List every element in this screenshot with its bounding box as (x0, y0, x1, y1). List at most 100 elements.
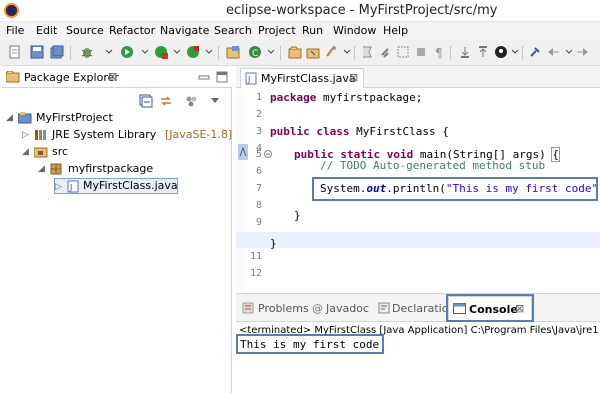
search-icon[interactable] (324, 45, 338, 59)
toolbar-separator (218, 46, 219, 60)
chevron-down-icon[interactable] (508, 45, 522, 59)
chevron-down-icon[interactable] (138, 45, 152, 59)
menu-help[interactable]: Help (383, 24, 408, 37)
code-line-10[interactable]: } (294, 208, 301, 224)
chevron-down-icon[interactable] (170, 45, 184, 59)
forward-icon[interactable] (576, 45, 590, 59)
menu-window[interactable]: Window (333, 24, 376, 37)
tree-item-file-selected[interactable]: ▷ J MyFirstClass.java (54, 178, 178, 194)
package-name: myfirstpackage (68, 162, 154, 175)
block-selection-icon[interactable] (396, 45, 410, 59)
fold-collapse-icon[interactable] (264, 150, 272, 158)
menu-source[interactable]: Source (66, 24, 104, 37)
java-file-icon: J (67, 180, 79, 193)
editor-tab[interactable]: J MyFirstClass.java ⊠ (240, 68, 364, 88)
package-explorer-panel: Package Explorer ⊠ ◢ MyFirstProject ▷ JR… (2, 66, 232, 393)
menu-bar: File Edit Source Refactor Navigate Searc… (0, 22, 600, 40)
project-folder-icon (18, 112, 32, 124)
chevron-down-icon[interactable] (102, 45, 116, 59)
close-icon[interactable]: ⊠ (108, 70, 117, 83)
save-all-icon[interactable] (50, 45, 64, 59)
line-number: 3 (255, 126, 262, 137)
open-type-icon[interactable] (288, 45, 302, 59)
user-icon[interactable] (494, 45, 508, 59)
menu-file[interactable]: File (6, 24, 24, 37)
debug-icon[interactable] (80, 45, 94, 59)
collapse-all-icon[interactable] (139, 94, 153, 108)
bottom-panel: Problems @ Javadoc Declaration Console ⊠… (236, 293, 600, 393)
new-file-icon[interactable] (8, 45, 22, 59)
package-explorer-tabbar: Package Explorer ⊠ (2, 66, 232, 88)
next-annotation-icon[interactable] (458, 45, 472, 59)
line-number: 6 (255, 166, 262, 177)
new-java-project-icon[interactable] (226, 45, 240, 59)
pin-icon[interactable] (528, 45, 542, 59)
code-line-1[interactable]: package myfirstpackage; (270, 90, 422, 106)
open-task-icon[interactable] (306, 45, 320, 59)
line-number: 5 (255, 149, 262, 160)
back-icon[interactable] (546, 45, 560, 59)
line-number: 9 (255, 217, 262, 228)
chevron-down-icon[interactable] (202, 45, 216, 59)
view-menu-chevron-icon[interactable] (209, 96, 221, 106)
menu-navigate[interactable]: Navigate (160, 24, 209, 37)
toolbar-separator (70, 46, 71, 60)
menu-project[interactable]: Project (258, 24, 296, 37)
focus-icon[interactable] (185, 94, 199, 108)
previous-annotation-icon[interactable] (476, 45, 490, 59)
line-number: 7 (255, 183, 262, 194)
code-line-12[interactable]: } (270, 236, 277, 252)
source-folder-icon (34, 147, 48, 158)
expand-arrow-icon[interactable]: ◢ (6, 110, 13, 126)
svg-text:J: J (247, 75, 250, 84)
chevron-down-icon[interactable] (340, 45, 354, 59)
svg-text:¶: ¶ (435, 46, 443, 59)
menu-refactor[interactable]: Refactor (109, 24, 155, 37)
editor-panel: J MyFirstClass.java ⊠ 1 2 3 4 5 6 7 8 9 … (236, 66, 600, 291)
tab-javadoc[interactable]: Javadoc (326, 302, 369, 315)
bottom-tabbar: Problems @ Javadoc Declaration Console ⊠ (236, 294, 600, 322)
menu-run[interactable]: Run (302, 24, 323, 37)
code-line-6-comment[interactable]: // TODO Auto-generated method stub (320, 158, 545, 174)
block-icon[interactable] (414, 45, 428, 59)
new-class-icon[interactable]: C (248, 45, 262, 59)
editor-tabbar: J MyFirstClass.java ⊠ (236, 66, 600, 88)
toolbar-separator (450, 46, 451, 60)
jre-label: JRE System Library (52, 128, 157, 141)
package-explorer-tab-label[interactable]: Package Explorer (24, 71, 119, 84)
run-icon[interactable] (120, 45, 134, 59)
coverage-icon[interactable] (154, 45, 168, 59)
editor-tab-label: MyFirstClass.java (261, 72, 356, 85)
marker-ruler (236, 90, 244, 290)
package-icon (50, 163, 62, 175)
declaration-icon (378, 302, 390, 314)
eclipse-logo-icon (4, 3, 19, 18)
collapsed-arrow-icon[interactable]: ▷ (22, 127, 29, 143)
chevron-down-icon[interactable] (264, 45, 278, 59)
menu-edit[interactable]: Edit (36, 24, 57, 37)
save-icon[interactable] (30, 45, 44, 59)
chevron-down-icon[interactable] (562, 45, 576, 59)
occurrences-icon[interactable] (378, 45, 392, 59)
menu-search[interactable]: Search (214, 24, 252, 37)
line-number: 11 (249, 251, 262, 262)
tab-problems[interactable]: Problems (258, 302, 309, 315)
annotation-icon[interactable] (360, 45, 374, 59)
code-line-3[interactable]: public class MyFirstClass { (270, 124, 449, 140)
toolbar-separator (280, 46, 281, 60)
library-icon (35, 130, 46, 140)
collapsed-arrow-icon[interactable]: ▷ (55, 179, 62, 195)
line-number: 2 (255, 109, 262, 120)
expand-arrow-icon[interactable]: ◢ (38, 161, 45, 177)
project-name: MyFirstProject (36, 111, 113, 124)
line-number: 12 (249, 268, 262, 279)
file-name: MyFirstClass.java (83, 179, 178, 192)
svg-text:C: C (252, 49, 258, 59)
expand-arrow-icon[interactable]: ◢ (22, 144, 29, 160)
maximize-icon[interactable] (216, 71, 228, 83)
whitespace-icon[interactable]: ¶ (432, 45, 446, 59)
close-icon[interactable]: ⊠ (349, 71, 358, 84)
external-tools-icon[interactable] (186, 45, 200, 59)
minimize-icon[interactable] (198, 72, 210, 82)
link-with-editor-icon[interactable] (159, 94, 173, 108)
